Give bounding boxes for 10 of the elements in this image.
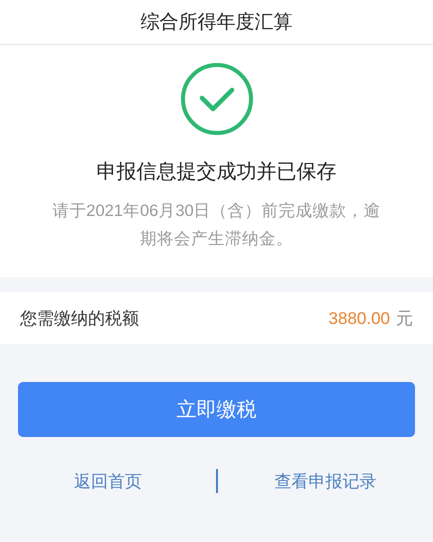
tax-amount: 3880.00 [328, 308, 390, 328]
nav-link[interactable]: 返回首页 [0, 470, 216, 492]
nav-link[interactable]: 查看申报记录 [218, 470, 433, 492]
check-circle-icon [180, 62, 254, 136]
pay-button[interactable]: 立即缴税 [18, 382, 415, 437]
tax-label: 您需缴纳的税额 [20, 308, 139, 330]
page-title: 综合所得年度汇算 [140, 11, 292, 35]
currency-unit: 元 [396, 308, 413, 328]
payment-notice: 请于2021年06月30日（含）前完成缴款，逾期将会产生滞纳金。 [51, 201, 382, 250]
success-message: 申报信息提交成功并已保存 [96, 160, 336, 185]
